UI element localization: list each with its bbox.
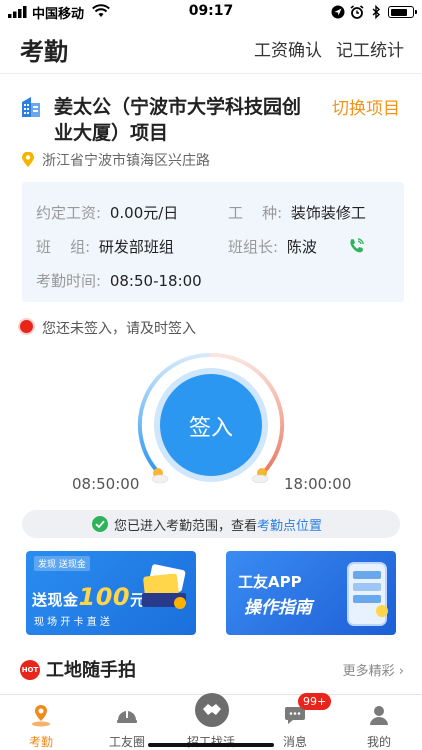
- cash-amount: 100: [78, 583, 131, 611]
- phone-guide-icon: [347, 562, 388, 626]
- start-time: 08:50:00: [72, 475, 140, 493]
- leader-label: 班组长:: [228, 238, 279, 256]
- wage-label: 约定工资:: [36, 204, 102, 222]
- tab-messages[interactable]: 99+ 消息: [260, 693, 332, 750]
- attendance-info-card: 约定工资: 0.00元/日 工 种: 装饰装修工 班 组: 研发部班组 班组长:…: [22, 182, 404, 302]
- tab-label: 我的: [366, 735, 391, 749]
- tab-label: 消息: [282, 735, 307, 749]
- phone-icon[interactable]: [348, 238, 364, 254]
- battery-icon: [388, 6, 417, 18]
- app-guide-banner[interactable]: 工友APP 操作指南: [226, 551, 396, 635]
- sign-in-label[interactable]: 签入: [160, 410, 262, 442]
- attendance-range-bar: 您已进入考勤范围，查看考勤点位置: [22, 510, 400, 538]
- cash-banner-tag: 发现 送现金: [34, 556, 90, 571]
- profile-icon: [370, 706, 388, 725]
- tab-label: 工友圈: [108, 735, 145, 749]
- tab-workmates[interactable]: 工友圈: [92, 695, 162, 750]
- guide-title: 工友APP: [238, 573, 302, 591]
- guide-subtitle: 操作指南: [244, 598, 312, 618]
- location-pin-icon: [22, 152, 34, 167]
- message-count-badge: 99+: [298, 693, 332, 710]
- cash-steps: 现 场 开 卡 直 送: [34, 617, 110, 628]
- project-location: 浙江省宁波市镇海区兴庄路: [42, 153, 210, 169]
- end-time: 18:00:00: [284, 475, 352, 493]
- switch-project-button[interactable]: 切换项目: [332, 94, 400, 119]
- hot-badge: HOT: [20, 660, 40, 680]
- building-icon: [22, 97, 40, 117]
- hours-value: 08:50-18:00: [109, 272, 202, 290]
- sunset-icon: [251, 468, 269, 484]
- home-indicator: [148, 743, 274, 747]
- more-link[interactable]: 更多精彩 ›: [343, 660, 404, 679]
- team-label: 班 组:: [36, 238, 91, 256]
- tab-bar: 考勤 工友圈 招工找活 99+ 消息 我的: [0, 693, 422, 750]
- sunrise-icon: [151, 468, 169, 484]
- bank-cards-icon: [142, 564, 186, 609]
- nav-bar: 考勤 工资确认 记工统计: [0, 24, 422, 74]
- wage-value: 0.00元/日: [109, 204, 179, 222]
- team-value: 研发部班组: [98, 238, 174, 256]
- cash-prefix: 送现金: [32, 591, 79, 609]
- bluetooth-icon: [372, 5, 381, 19]
- handshake-icon: [195, 693, 229, 727]
- project-name: 姜太公（宁波市大学科技园创业大厦）项目: [54, 96, 302, 144]
- status-bar: 中国移动 09:17: [0, 0, 422, 24]
- cash-promo-banner[interactable]: 发现 送现金 送现金100元 现 场 开 卡 直 送: [26, 551, 196, 635]
- hours-label: 考勤时间:: [36, 272, 102, 290]
- wage-confirm-button[interactable]: 工资确认: [254, 36, 322, 61]
- tab-recruit[interactable]: 招工找活: [176, 693, 246, 750]
- tab-profile[interactable]: 我的: [344, 695, 414, 750]
- tab-attendance[interactable]: 考勤: [6, 695, 76, 750]
- alert-dot-icon: [20, 320, 33, 333]
- tab-label: 考勤: [28, 735, 53, 749]
- checkin-alert-text: 您还未签入，请及时签入: [42, 321, 196, 337]
- work-stats-button[interactable]: 记工统计: [336, 36, 404, 61]
- range-status-text: 您已进入考勤范围，查看: [114, 519, 258, 534]
- check-circle-icon: [92, 516, 108, 532]
- page-title: 考勤: [20, 38, 68, 66]
- helmet-icon: [117, 709, 137, 723]
- leader-value: 陈波: [286, 238, 317, 256]
- view-location-link[interactable]: 考勤点位置: [257, 519, 322, 534]
- location-person-icon: [32, 705, 50, 727]
- tab-label: 招工找活: [186, 735, 235, 749]
- trade-value: 装饰装修工: [290, 204, 366, 222]
- section-title: 工地随手拍: [46, 660, 136, 681]
- trade-label: 工 种:: [228, 204, 283, 222]
- location-arrow-icon: [331, 5, 345, 19]
- alarm-icon: [350, 5, 364, 19]
